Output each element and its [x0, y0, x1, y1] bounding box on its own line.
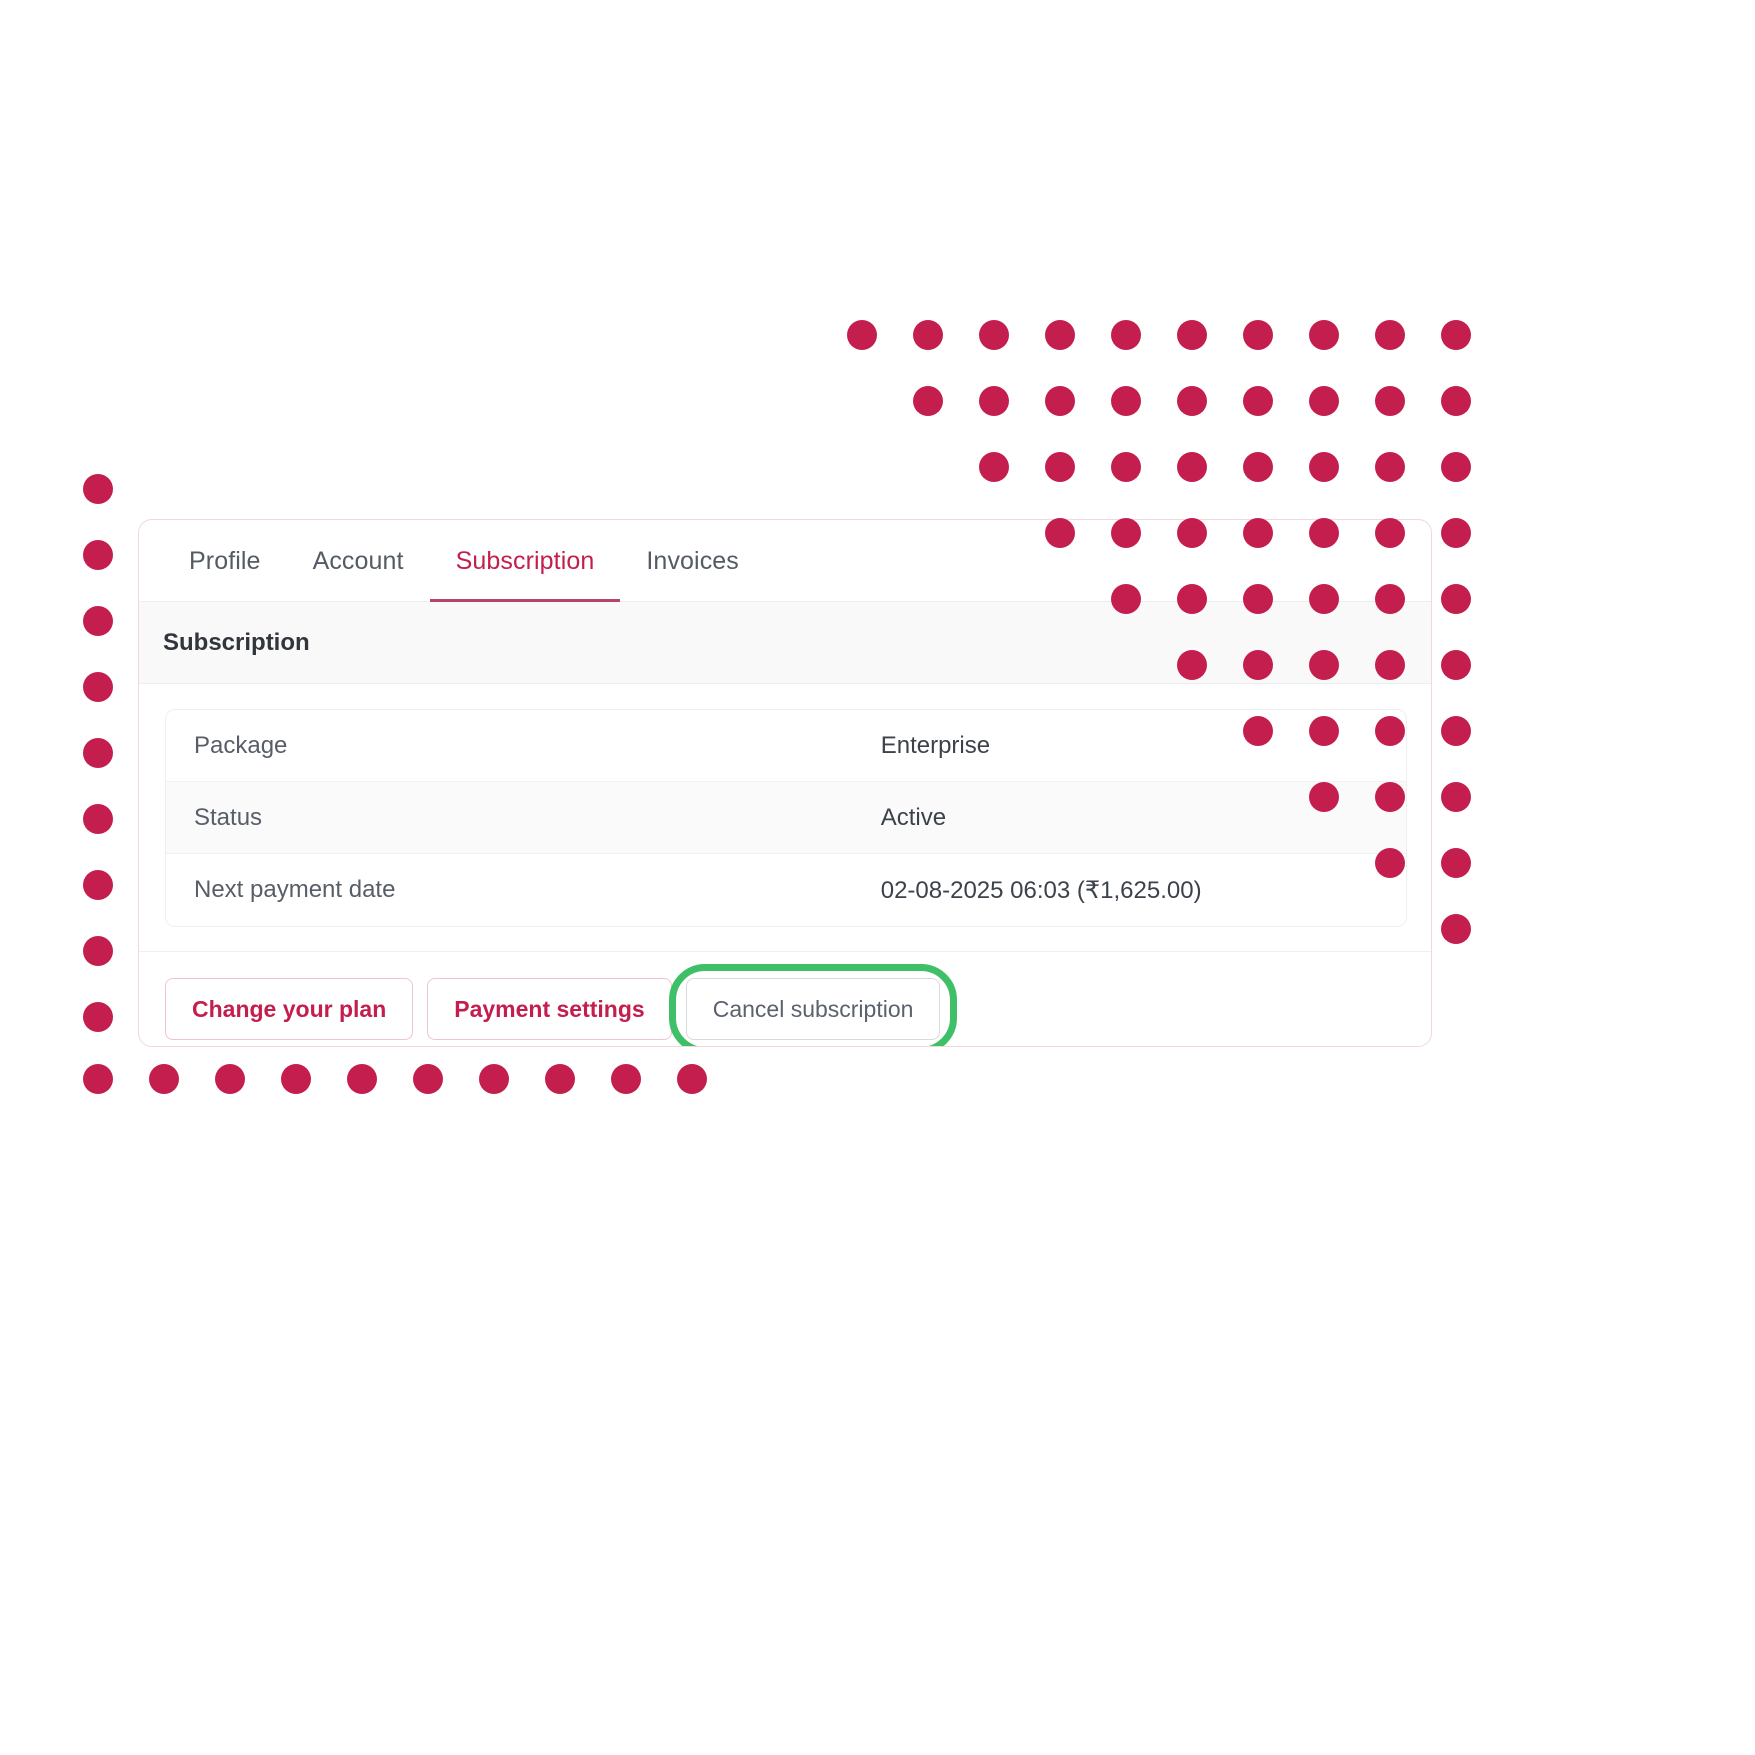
- decorative-dot: [83, 540, 113, 570]
- decorative-dot: [1441, 584, 1471, 614]
- subscription-details-body: Package Enterprise Status Active Next pa…: [139, 684, 1431, 951]
- decorative-dot: [1441, 386, 1471, 416]
- detail-label-package: Package: [194, 731, 288, 759]
- decorative-dot: [83, 1064, 113, 1094]
- decorative-dot: [1441, 782, 1471, 812]
- decorative-dot: [1441, 716, 1471, 746]
- tab-invoices[interactable]: Invoices: [620, 520, 765, 602]
- decorative-dot: [83, 738, 113, 768]
- decorative-dot: [1177, 320, 1207, 350]
- table-row: Next payment date 02-08-2025 06:03 (₹1,6…: [166, 854, 1406, 926]
- decorative-dot: [1375, 320, 1405, 350]
- decorative-dot: [215, 1064, 245, 1094]
- decorative-dot: [83, 1002, 113, 1032]
- tab-subscription-label: Subscription: [455, 546, 595, 575]
- tab-account[interactable]: Account: [287, 520, 430, 602]
- change-plan-button[interactable]: Change your plan: [165, 978, 414, 1040]
- settings-tab-bar: Profile Account Subscription Invoices: [139, 520, 1431, 602]
- decorative-dot: [83, 870, 113, 900]
- decorative-dot: [1309, 320, 1339, 350]
- decorative-dot: [1045, 452, 1075, 482]
- decorative-dot: [545, 1064, 575, 1094]
- decorative-dot: [847, 320, 877, 350]
- decorative-dot: [281, 1064, 311, 1094]
- payment-settings-button[interactable]: Payment settings: [427, 978, 672, 1040]
- decorative-dot: [1111, 386, 1141, 416]
- subscription-actions-footer: Change your plan Payment settings Cancel…: [139, 951, 1431, 1046]
- tab-profile-label: Profile: [189, 546, 261, 575]
- cancel-subscription-button[interactable]: Cancel subscription: [685, 978, 941, 1040]
- decorative-dot: [1177, 386, 1207, 416]
- decorative-dot: [1111, 452, 1141, 482]
- decorative-dot: [83, 672, 113, 702]
- decorative-dot: [979, 386, 1009, 416]
- detail-value-next-payment-date: 02-08-2025 06:03 (₹1,625.00): [880, 876, 1202, 904]
- cancel-subscription-wrapper: Cancel subscription: [668, 964, 958, 1046]
- decorative-dot: [1243, 320, 1273, 350]
- decorative-dot: [1441, 650, 1471, 680]
- decorative-dot: [1309, 386, 1339, 416]
- decorative-dot: [979, 320, 1009, 350]
- decorative-dot: [913, 386, 943, 416]
- decorative-dot: [611, 1064, 641, 1094]
- decorative-dot: [677, 1064, 707, 1094]
- decorative-dot: [1177, 452, 1207, 482]
- tab-invoices-label: Invoices: [646, 546, 739, 575]
- decorative-dot: [83, 804, 113, 834]
- tab-profile[interactable]: Profile: [163, 520, 287, 602]
- decorative-dot: [1441, 320, 1471, 350]
- decorative-dot: [1243, 386, 1273, 416]
- tab-account-label: Account: [312, 546, 404, 575]
- tab-subscription[interactable]: Subscription: [429, 520, 621, 602]
- decorative-dot: [1243, 452, 1273, 482]
- decorative-dot: [1441, 452, 1471, 482]
- decorative-dot: [1441, 914, 1471, 944]
- decorative-dot: [1375, 386, 1405, 416]
- decorative-dot: [347, 1064, 377, 1094]
- table-row: Package Enterprise: [166, 710, 1406, 782]
- detail-value-package: Enterprise: [880, 731, 991, 759]
- subscription-section-header: Subscription: [139, 602, 1431, 684]
- subscription-details-table: Package Enterprise Status Active Next pa…: [165, 709, 1407, 927]
- decorative-dot: [1375, 452, 1405, 482]
- decorative-dot: [83, 474, 113, 504]
- decorative-dot: [913, 320, 943, 350]
- detail-label-next-payment-date: Next payment date: [194, 876, 396, 903]
- subscription-settings-card: Profile Account Subscription Invoices Su…: [138, 519, 1432, 1047]
- detail-value-status: Active: [880, 803, 947, 831]
- decorative-dot: [83, 606, 113, 636]
- decorative-dot: [1441, 518, 1471, 548]
- decorative-dot: [1111, 320, 1141, 350]
- decorative-dot: [1309, 452, 1339, 482]
- decorative-dot: [1045, 320, 1075, 350]
- decorative-dot: [83, 936, 113, 966]
- decorative-dot: [149, 1064, 179, 1094]
- decorative-dot: [413, 1064, 443, 1094]
- decorative-dot: [1045, 386, 1075, 416]
- section-title: Subscription: [163, 628, 310, 656]
- table-row: Status Active: [166, 782, 1406, 854]
- detail-label-status: Status: [194, 803, 263, 831]
- decorative-dot: [479, 1064, 509, 1094]
- decorative-dot: [1441, 848, 1471, 878]
- decorative-dot: [979, 452, 1009, 482]
